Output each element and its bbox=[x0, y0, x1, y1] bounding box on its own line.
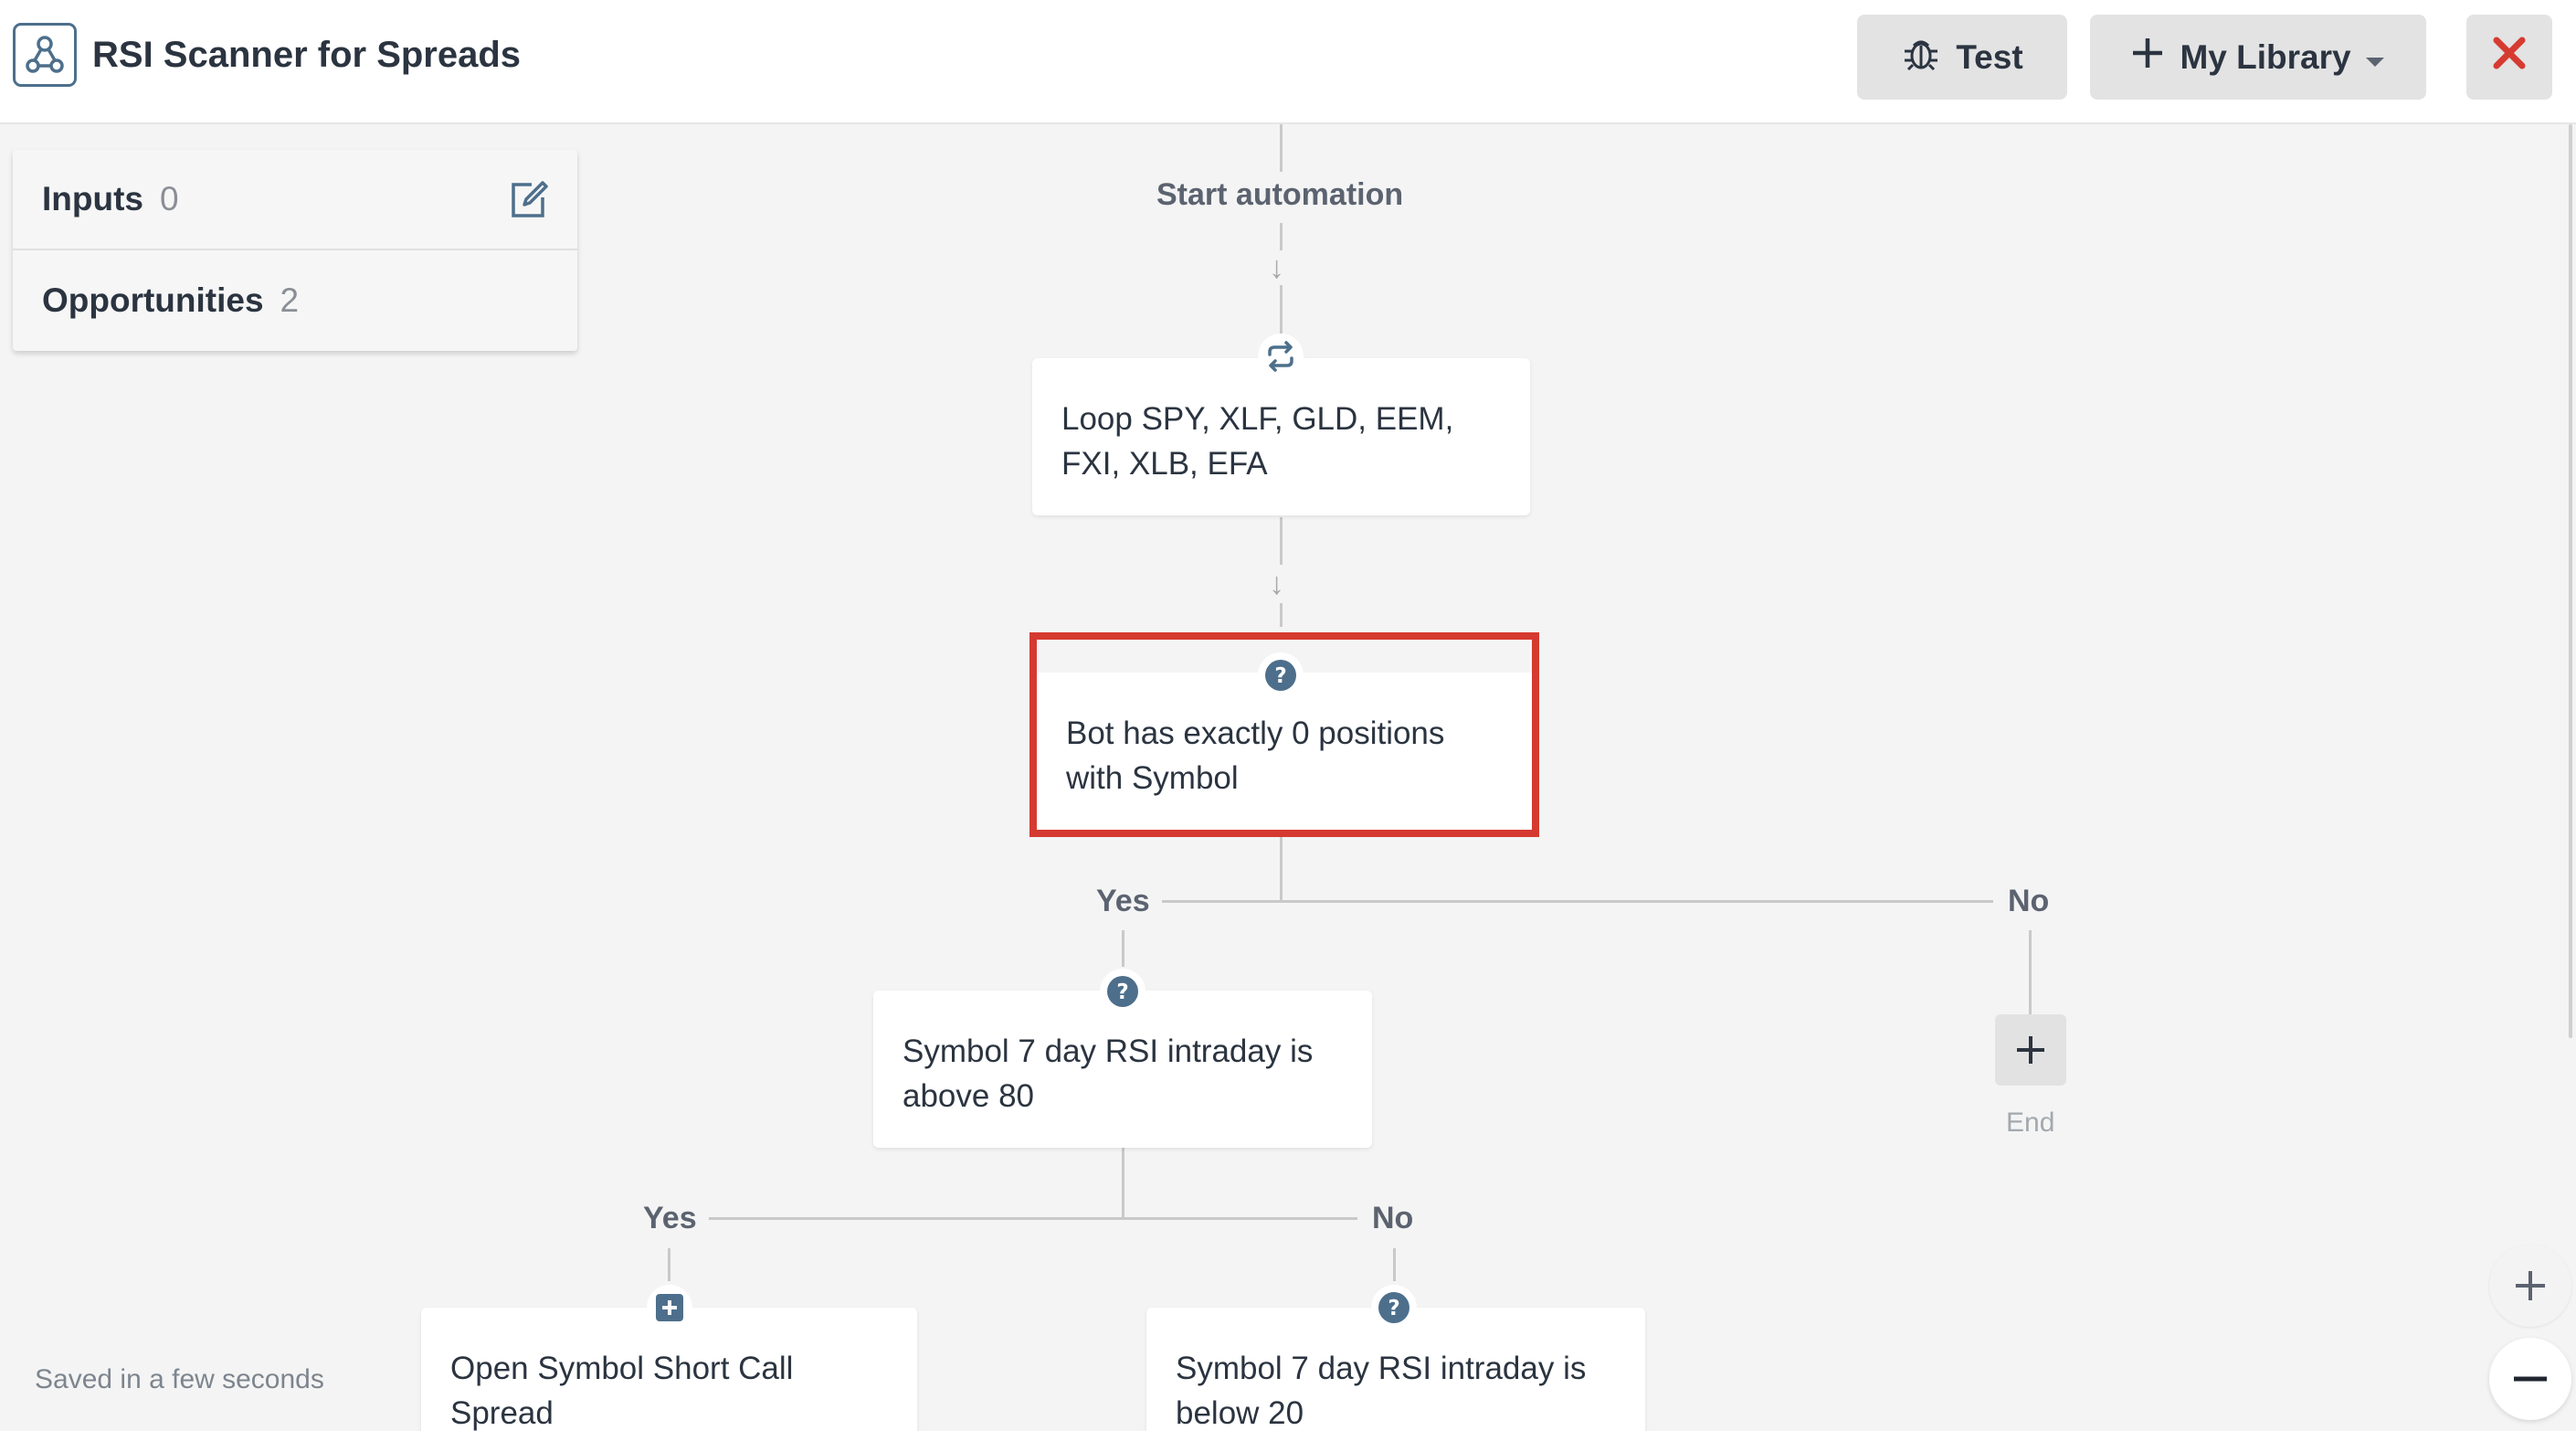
question-icon: ? bbox=[1258, 652, 1304, 698]
inputs-label: Inputs bbox=[42, 180, 143, 217]
top-bar: RSI Scanner for Spreads Test My Library bbox=[0, 0, 2576, 124]
open-spread-action-text: Open Symbol Short Call Spread bbox=[450, 1351, 794, 1431]
inputs-count: 0 bbox=[159, 180, 179, 217]
zoom-out-button[interactable] bbox=[2489, 1338, 2571, 1420]
inputs-row[interactable]: Inputs 0 bbox=[13, 150, 577, 250]
connector bbox=[1280, 603, 1283, 627]
branch-yes-label: Yes bbox=[643, 1201, 697, 1235]
bug-icon bbox=[1901, 33, 1941, 81]
test-button[interactable]: Test bbox=[1857, 15, 2067, 100]
connector bbox=[1280, 837, 1283, 901]
connector bbox=[1122, 930, 1124, 967]
connector bbox=[1280, 124, 1283, 172]
loop-node[interactable]: Loop SPY, XLF, GLD, EEM, FXI, XLB, EFA bbox=[1032, 358, 1530, 515]
scrollbar[interactable] bbox=[2569, 124, 2572, 1038]
zoom-out-icon bbox=[2489, 1376, 2571, 1424]
end-label: End bbox=[2006, 1108, 2055, 1138]
save-status: Saved in a few seconds bbox=[35, 1364, 324, 1394]
question-icon: ? bbox=[1100, 969, 1145, 1014]
loop-node-text: Loop SPY, XLF, GLD, EEM, FXI, XLB, EFA bbox=[1061, 401, 1454, 482]
connector bbox=[1162, 900, 1993, 903]
close-button[interactable] bbox=[2466, 15, 2552, 100]
add-step-button[interactable] bbox=[1995, 1014, 2066, 1086]
rsi-above-condition-text: Symbol 7 day RSI intraday is above 80 bbox=[903, 1034, 1314, 1114]
workflow-icon bbox=[13, 23, 77, 87]
connector bbox=[1280, 223, 1283, 250]
branch-no-label: No bbox=[1372, 1201, 1414, 1235]
opportunities-row[interactable]: Opportunities 2 bbox=[13, 250, 577, 351]
svg-text:?: ? bbox=[1388, 1297, 1399, 1320]
connector bbox=[1122, 1148, 1124, 1219]
opportunities-count: 2 bbox=[280, 281, 300, 319]
zoom-in-button[interactable] bbox=[2489, 1245, 2571, 1327]
arrow-down-icon: ↓ bbox=[1269, 567, 1284, 601]
loop-icon bbox=[1258, 334, 1304, 379]
branch-no-label: No bbox=[2008, 884, 2050, 918]
plus-icon bbox=[2130, 36, 2165, 79]
connector bbox=[1280, 285, 1283, 340]
question-icon: ? bbox=[1371, 1285, 1417, 1330]
zoom-in-icon bbox=[2489, 1271, 2571, 1330]
side-panel: Inputs 0 Opportunities 2 bbox=[13, 150, 577, 351]
connector bbox=[709, 1217, 1357, 1220]
my-library-label: My Library bbox=[2180, 37, 2351, 76]
start-automation-label: Start automation bbox=[1156, 177, 1404, 212]
connector bbox=[668, 1248, 670, 1281]
plus-square-icon bbox=[647, 1285, 692, 1330]
rsi-below-condition-text: Symbol 7 day RSI intraday is below 20 bbox=[1176, 1351, 1587, 1431]
connector bbox=[2029, 930, 2032, 1014]
arrow-down-icon: ↓ bbox=[1269, 250, 1284, 285]
page-title: RSI Scanner for Spreads bbox=[92, 35, 522, 75]
connector bbox=[1280, 517, 1283, 565]
edit-icon[interactable] bbox=[506, 177, 552, 223]
connector bbox=[1393, 1248, 1396, 1281]
my-library-button[interactable]: My Library bbox=[2090, 15, 2426, 100]
branch-yes-label: Yes bbox=[1096, 884, 1150, 918]
opportunities-label: Opportunities bbox=[42, 281, 264, 319]
close-icon bbox=[2491, 35, 2528, 80]
plus-icon bbox=[1995, 1036, 2066, 1089]
svg-text:?: ? bbox=[1116, 980, 1128, 1004]
svg-text:?: ? bbox=[1274, 664, 1286, 688]
caret-down-icon bbox=[2364, 38, 2386, 77]
test-button-label: Test bbox=[1956, 37, 2023, 76]
